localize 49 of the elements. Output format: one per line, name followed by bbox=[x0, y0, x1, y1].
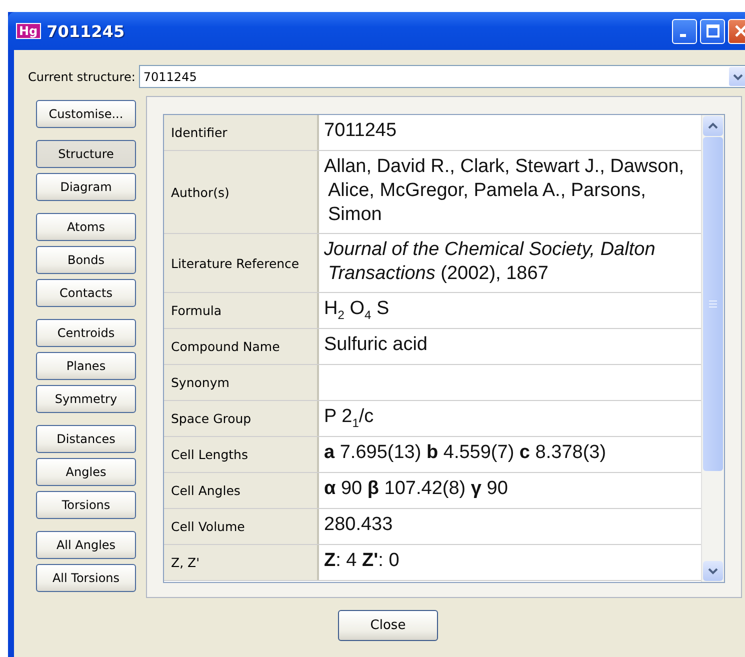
sidebar-button[interactable]: All Torsions bbox=[36, 564, 136, 592]
row-label: Compound Name bbox=[164, 329, 319, 364]
row-value: α 90 β 107.42(8) γ 90 bbox=[323, 477, 509, 501]
row-value: 7011245 bbox=[323, 119, 398, 143]
scroll-up-icon[interactable] bbox=[703, 116, 723, 136]
row-label: Cell Angles bbox=[164, 473, 319, 508]
sidebar-button[interactable]: Distances bbox=[36, 425, 136, 453]
sidebar-button[interactable]: Atoms bbox=[36, 213, 136, 241]
sidebar-button[interactable]: Bonds bbox=[36, 246, 136, 274]
row-value: H$_{2}$ O$_{4}$ S bbox=[323, 297, 390, 324]
scrollbar[interactable] bbox=[701, 115, 724, 582]
row-value: P 2$_{1}$/c bbox=[323, 405, 375, 432]
field-label: Current structure: bbox=[28, 70, 136, 84]
row-value: 280.433 bbox=[323, 513, 394, 537]
row-label: Cell Lengths bbox=[164, 437, 319, 472]
row-label: Literature Reference bbox=[164, 234, 319, 292]
row-value: Z: 4 Z': 0 bbox=[323, 549, 400, 573]
scroll-thumb[interactable] bbox=[703, 137, 723, 471]
sidebar-button[interactable]: Angles bbox=[36, 458, 136, 486]
row-label: Z, Z' bbox=[164, 545, 319, 580]
row-value: Sulfuric acid bbox=[323, 333, 428, 357]
row-label: Space Group bbox=[164, 401, 319, 436]
sidebar-button[interactable]: Structure bbox=[36, 140, 136, 168]
row-label: Synonym bbox=[164, 365, 319, 400]
maximize-icon bbox=[706, 24, 720, 38]
structure-dropdown[interactable]: 7011245 bbox=[139, 65, 745, 88]
sidebar-button[interactable]: All Angles bbox=[36, 531, 136, 559]
row-value: Allan, David R., Clark, Stewart J., Dawson, Alice, McGregor, Pamela A., Parsons, Simon bbox=[323, 155, 686, 227]
sidebar-button[interactable]: Contacts bbox=[36, 279, 136, 307]
sidebar-button[interactable]: Customise... bbox=[36, 100, 136, 128]
minimize-icon bbox=[680, 34, 686, 36]
sidebar-button[interactable]: Torsions bbox=[36, 491, 136, 519]
minimize-button[interactable] bbox=[672, 18, 697, 44]
row-value: a 7.695(13) b 4.559(7) c 8.378(3) bbox=[323, 441, 608, 465]
sidebar-button[interactable]: Symmetry bbox=[36, 385, 136, 413]
window-title: 7011245 bbox=[46, 22, 126, 40]
row-label: Author(s) bbox=[164, 151, 319, 233]
row-label: Formula bbox=[164, 293, 319, 328]
sidebar-button[interactable]: Planes bbox=[36, 352, 136, 380]
row-label: Identifier bbox=[164, 115, 319, 150]
row-value: Journal of the Chemical Society, Dalton Transactions (2002), 1867 bbox=[323, 238, 656, 286]
maximize-button[interactable] bbox=[700, 18, 725, 44]
sidebar-button[interactable]: Centroids bbox=[36, 319, 136, 347]
close-dialog-button[interactable]: Close bbox=[338, 610, 438, 641]
sidebar-button[interactable]: Diagram bbox=[36, 173, 136, 201]
row-label: Cell Volume bbox=[164, 509, 319, 544]
close-icon bbox=[734, 24, 745, 38]
app-icon: Hg bbox=[16, 23, 41, 39]
scroll-down-icon[interactable] bbox=[703, 561, 723, 581]
